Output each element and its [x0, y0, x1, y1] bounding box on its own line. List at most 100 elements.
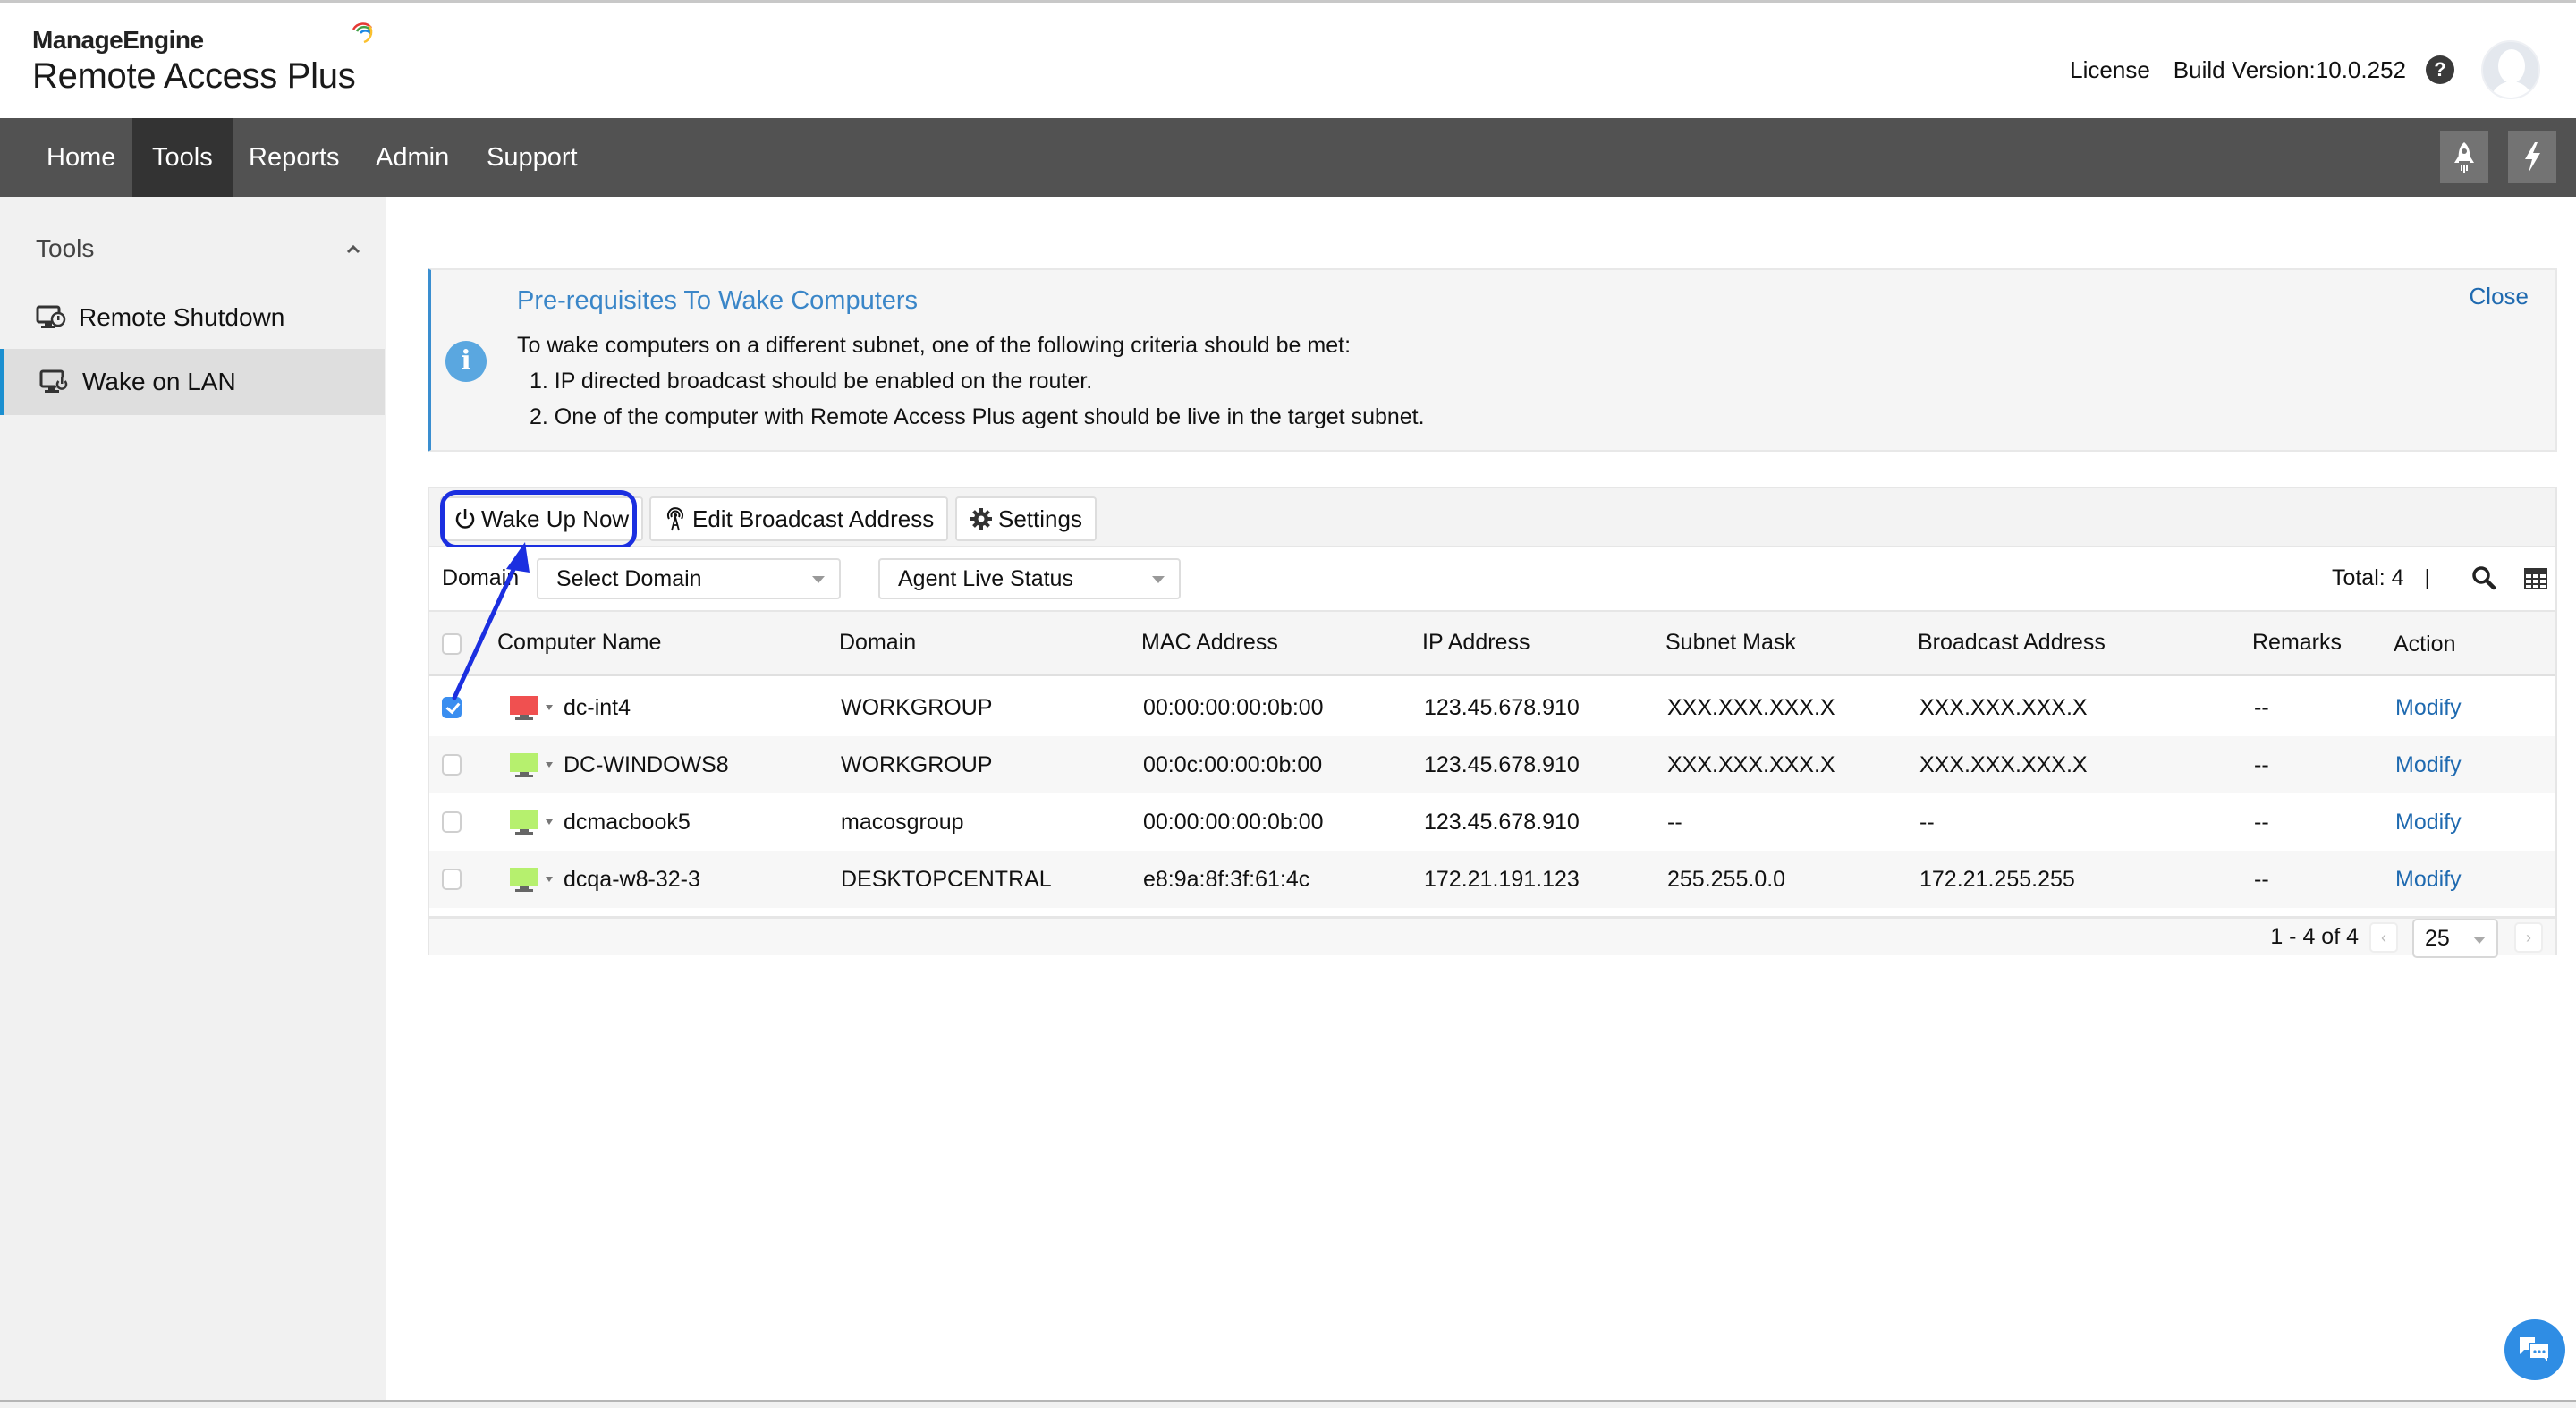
- banner-criterion: 1. IP directed broadcast should be enabl…: [530, 369, 1093, 394]
- column-chooser-icon[interactable]: [2523, 567, 2548, 590]
- cell-subnet-mask: XXX.XXX.XXX.X: [1667, 752, 1835, 777]
- gear-icon: [970, 508, 992, 530]
- cell-mac-address: 00:0c:00:00:0b:00: [1143, 752, 1323, 777]
- brand-logo[interactable]: ManageEngine Remote Access Plus: [32, 22, 373, 97]
- row-menu-caret-icon[interactable]: [546, 705, 553, 710]
- computers-grid: Wake Up Now Edit Broadcast Address Setti…: [428, 487, 2557, 958]
- separator: |: [2424, 565, 2431, 590]
- row-checkbox[interactable]: [442, 697, 462, 718]
- cell-domain: WORKGROUP: [841, 752, 993, 777]
- cell-mac-address: e8:9a:8f:3f:61:4c: [1143, 867, 1310, 892]
- nav-admin[interactable]: Admin: [356, 118, 469, 197]
- rocket-icon: [2454, 142, 2474, 173]
- cell-domain: macosgroup: [841, 810, 964, 835]
- license-link[interactable]: License: [2070, 56, 2150, 84]
- main-nav: Home Tools Reports Admin Support: [0, 118, 2576, 197]
- brand-product: Remote Access Plus: [32, 56, 356, 96]
- cell-domain: DESKTOPCENTRAL: [841, 867, 1052, 892]
- cell-remarks: --: [2254, 810, 2269, 835]
- domain-select[interactable]: Select Domain: [537, 558, 841, 599]
- pagination-range: 1 - 4 of 4: [2270, 924, 2359, 949]
- column-header-remarks[interactable]: Remarks: [2252, 630, 2342, 656]
- rocket-button[interactable]: [2440, 131, 2488, 183]
- row-checkbox[interactable]: [442, 811, 462, 833]
- page-size-select[interactable]: 25: [2412, 919, 2498, 958]
- nav-reports[interactable]: Reports: [229, 118, 360, 197]
- chevron-up-icon[interactable]: [345, 242, 361, 258]
- table-row[interactable]: dc-int4 WORKGROUP 00:00:00:00:0b:00 123.45.…: [429, 679, 2555, 736]
- row-checkbox[interactable]: [442, 869, 462, 890]
- column-header-subnet-mask[interactable]: Subnet Mask: [1665, 630, 1796, 656]
- question-circle-icon[interactable]: ?: [2426, 55, 2454, 84]
- computer-status-icon: [510, 753, 538, 778]
- cell-broadcast-address: --: [1919, 810, 1935, 835]
- column-header-action: Action: [2394, 632, 2456, 657]
- cell-computer-name[interactable]: DC-WINDOWS8: [564, 752, 729, 778]
- cell-computer-name[interactable]: dc-int4: [564, 695, 631, 721]
- nav-home[interactable]: Home: [27, 118, 135, 197]
- info-icon: i: [445, 341, 487, 382]
- modify-link[interactable]: Modify: [2395, 752, 2462, 778]
- column-header-broadcast-address[interactable]: Broadcast Address: [1918, 630, 2106, 656]
- cell-remarks: --: [2254, 695, 2269, 720]
- chevron-down-icon: [1152, 576, 1165, 583]
- column-header-domain[interactable]: Domain: [839, 630, 916, 656]
- power-icon: [455, 509, 475, 529]
- sidebar-section-title: Tools: [36, 234, 95, 262]
- chat-bubbles-icon: [2520, 1337, 2550, 1366]
- settings-button[interactable]: Settings: [955, 496, 1097, 541]
- cell-domain: WORKGROUP: [841, 695, 993, 720]
- cell-subnet-mask: 255.255.0.0: [1667, 867, 1786, 892]
- prerequisites-banner: i Pre-requisites To Wake Computers To wa…: [428, 268, 2557, 452]
- edit-broadcast-address-button[interactable]: Edit Broadcast Address: [649, 496, 949, 541]
- search-icon[interactable]: [2471, 565, 2496, 590]
- chevron-down-icon: [2473, 937, 2486, 944]
- app-header: ManageEngine Remote Access Plus License …: [0, 3, 2576, 118]
- chat-button[interactable]: [2504, 1319, 2565, 1380]
- agent-live-status-select[interactable]: Agent Live Status: [878, 558, 1181, 599]
- sidebar-item-wake-on-lan[interactable]: Wake on LAN: [0, 349, 385, 415]
- row-checkbox[interactable]: [442, 754, 462, 776]
- lightning-button[interactable]: [2508, 131, 2556, 183]
- modify-link[interactable]: Modify: [2395, 695, 2462, 721]
- table-row[interactable]: dcmacbook5 macosgroup 00:00:00:00:0b:00 123…: [429, 793, 2555, 851]
- chevron-down-icon: [812, 576, 825, 583]
- window-bottom-border: [0, 1400, 2576, 1408]
- row-menu-caret-icon[interactable]: [546, 877, 553, 882]
- table-row[interactable]: dcqa-w8-32-3 DESKTOPCENTRAL e8:9a:8f:3f:61…: [429, 851, 2555, 908]
- main-content: i Pre-requisites To Wake Computers To wa…: [386, 197, 2576, 1400]
- modify-link[interactable]: Modify: [2395, 867, 2462, 893]
- column-header-computer-name[interactable]: Computer Name: [497, 630, 661, 656]
- cell-remarks: --: [2254, 867, 2269, 892]
- sidebar-item-remote-shutdown[interactable]: Remote Shutdown: [0, 284, 385, 351]
- cell-ip-address: 123.45.678.910: [1424, 695, 1580, 720]
- select-all-checkbox[interactable]: [442, 633, 462, 655]
- row-menu-caret-icon[interactable]: [546, 762, 553, 768]
- cell-computer-name[interactable]: dcmacbook5: [564, 810, 691, 835]
- nav-tools[interactable]: Tools: [132, 118, 233, 197]
- column-header-ip-address[interactable]: IP Address: [1422, 630, 1530, 656]
- cell-broadcast-address: XXX.XXX.XXX.X: [1919, 752, 2088, 777]
- user-avatar-icon[interactable]: [2481, 40, 2540, 99]
- cell-subnet-mask: --: [1667, 810, 1682, 835]
- build-version: Build Version:10.0.252: [2173, 55, 2406, 83]
- table-header: Computer Name Domain MAC Address IP Addr…: [429, 612, 2555, 676]
- banner-close-link[interactable]: Close: [2470, 283, 2529, 310]
- wake-up-now-button[interactable]: Wake Up Now: [440, 496, 644, 541]
- cell-remarks: --: [2254, 752, 2269, 777]
- nav-support[interactable]: Support: [467, 118, 597, 197]
- table-row[interactable]: DC-WINDOWS8 WORKGROUP 00:0c:00:00:0b:00 123…: [429, 736, 2555, 793]
- lightning-icon: [2525, 142, 2540, 173]
- cell-ip-address: 172.21.191.123: [1424, 867, 1580, 892]
- banner-title: Pre-requisites To Wake Computers: [517, 286, 919, 315]
- column-header-mac-address[interactable]: MAC Address: [1141, 630, 1278, 656]
- computer-status-icon: [510, 868, 538, 893]
- cell-computer-name[interactable]: dcqa-w8-32-3: [564, 867, 700, 893]
- broadcast-antenna-icon: [667, 507, 683, 531]
- prev-page-button[interactable]: ‹: [2369, 922, 2398, 953]
- row-menu-caret-icon[interactable]: [546, 819, 553, 825]
- sidebar-item-label: Wake on LAN: [82, 368, 236, 395]
- modify-link[interactable]: Modify: [2395, 810, 2462, 835]
- total-count: Total: 4: [2331, 565, 2404, 590]
- next-page-button[interactable]: ›: [2514, 922, 2543, 953]
